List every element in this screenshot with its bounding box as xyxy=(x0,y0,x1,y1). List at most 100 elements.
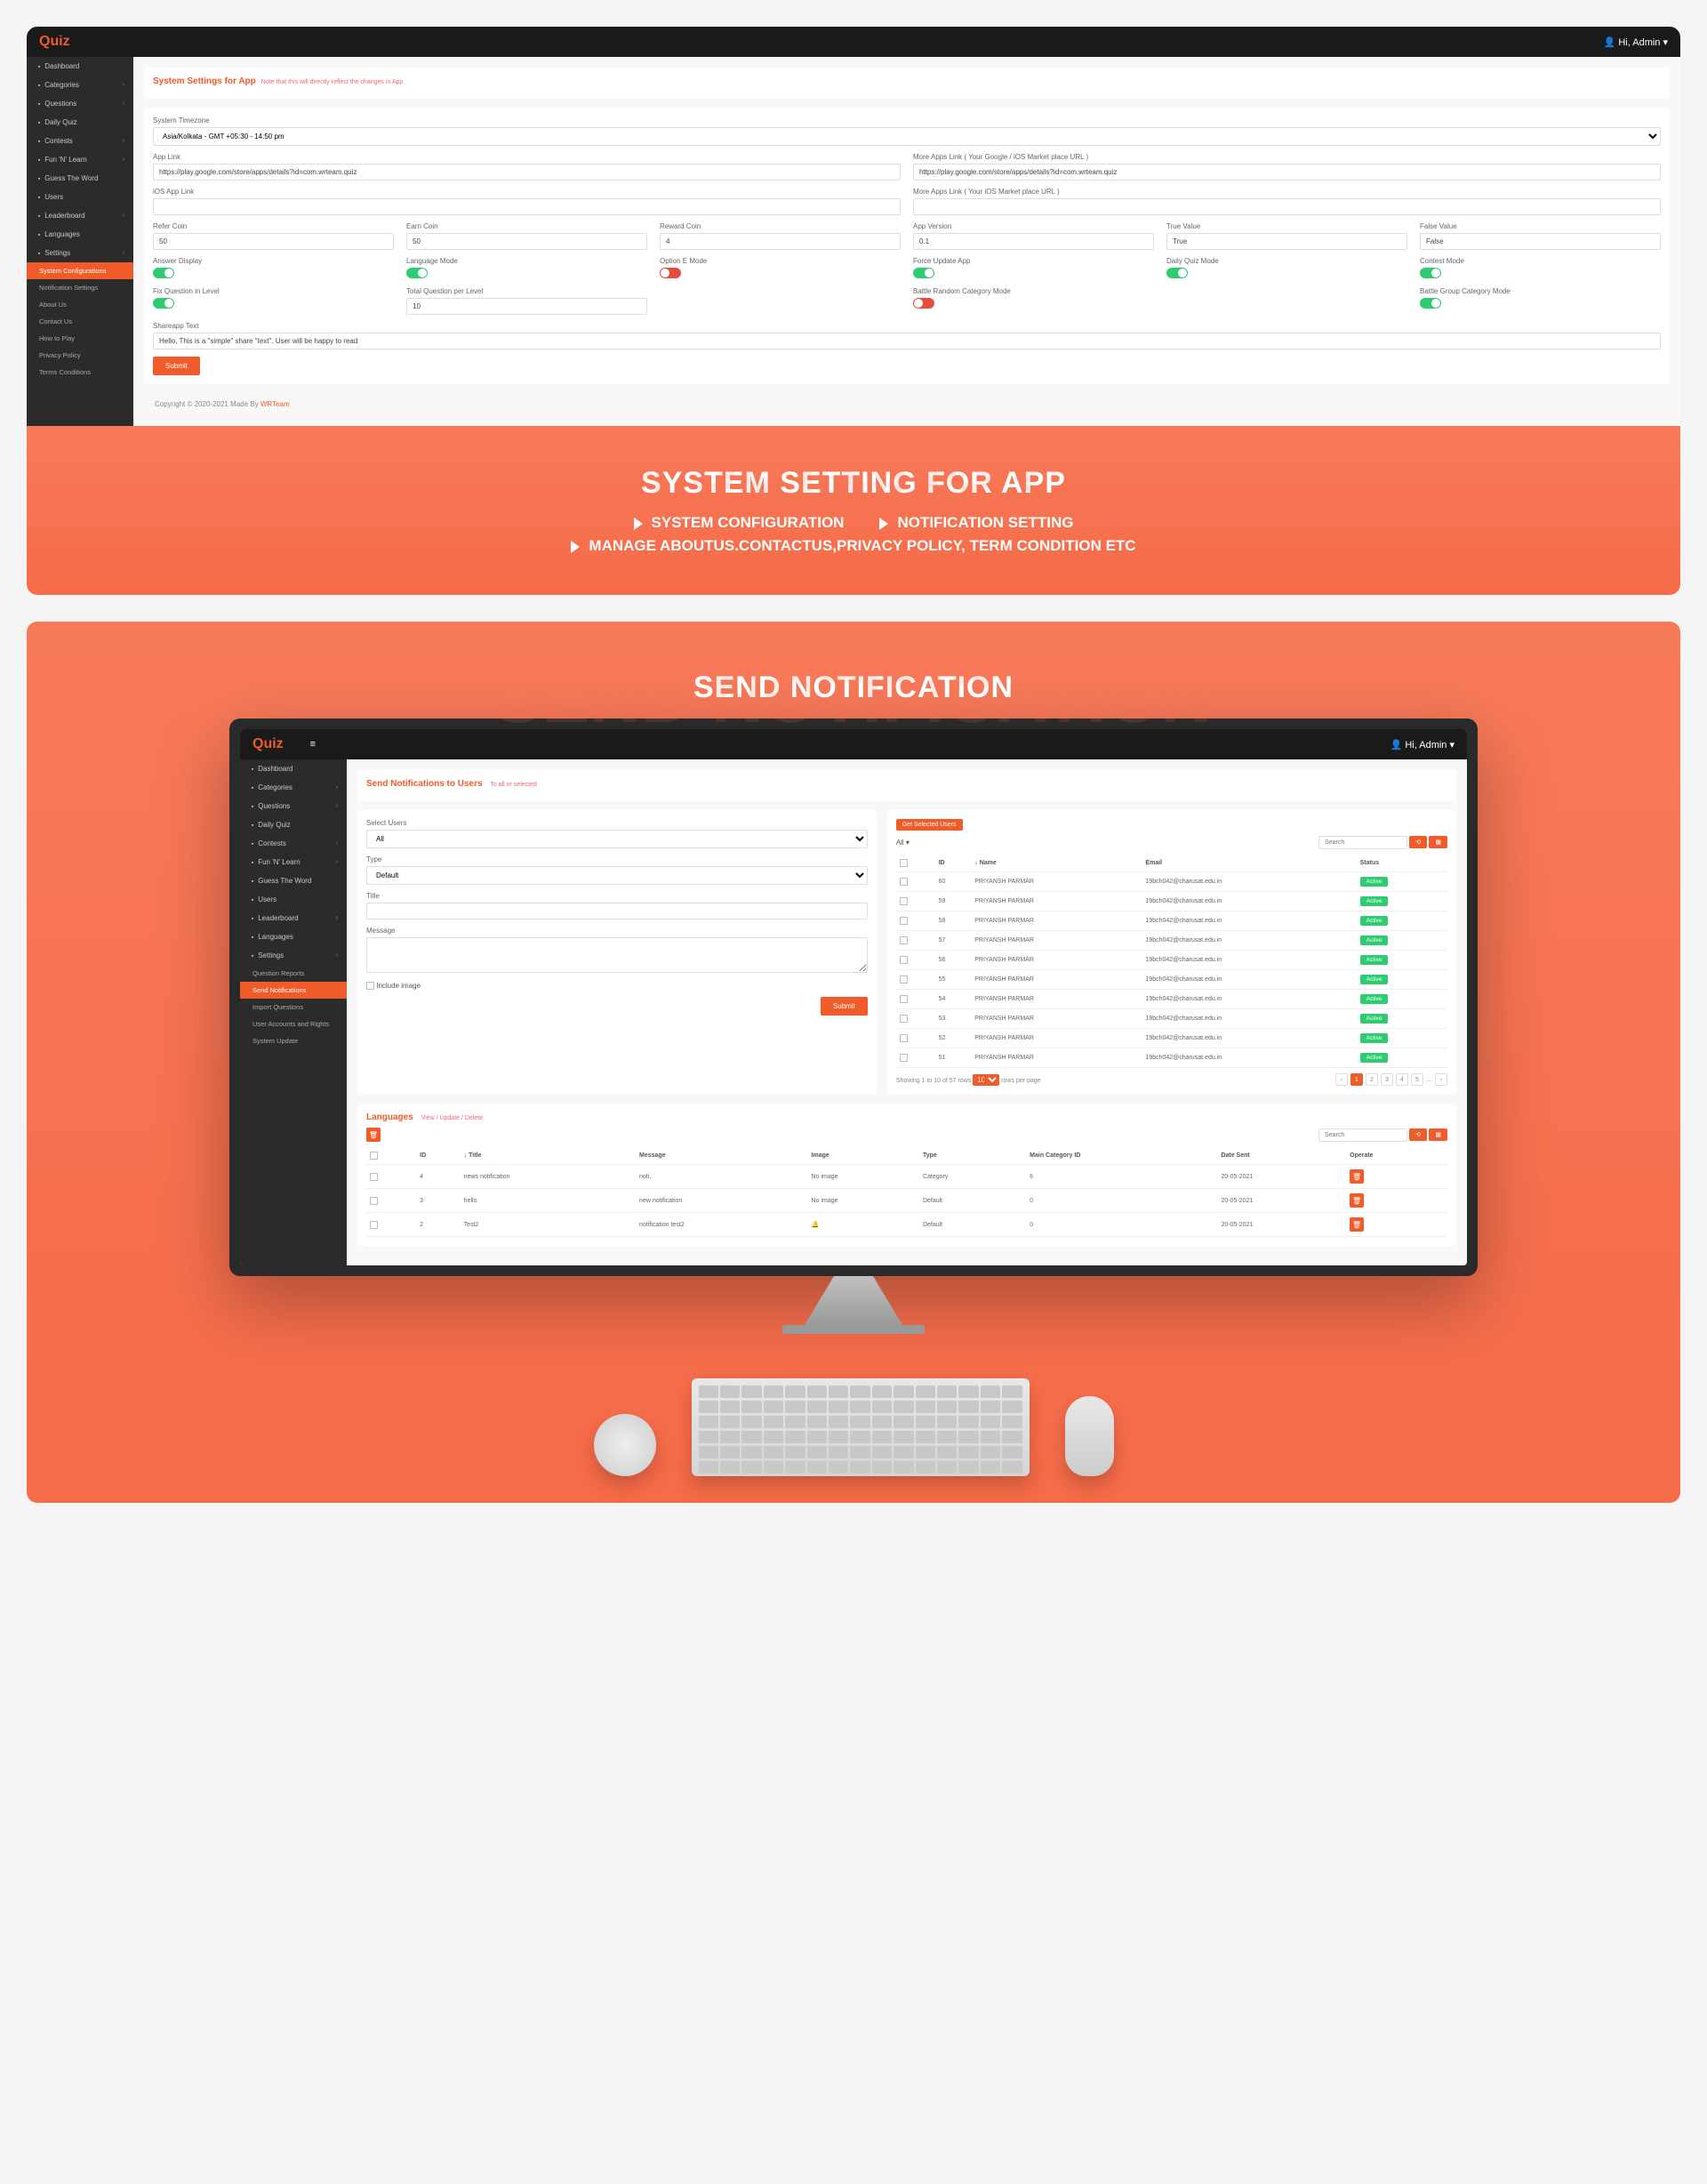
page-3[interactable]: 3 xyxy=(1381,1073,1393,1086)
refresh-icon[interactable]: ⟲ xyxy=(1409,836,1427,848)
app-link-input[interactable] xyxy=(153,164,901,181)
msg-input[interactable] xyxy=(366,937,868,973)
sidebar-item[interactable]: ▪ Dashboard xyxy=(240,759,347,778)
type-select[interactable]: Default xyxy=(366,866,868,885)
fixq-toggle[interactable] xyxy=(153,298,174,309)
reward-input[interactable] xyxy=(660,233,901,250)
sidebar-item[interactable]: ▪ Settings› xyxy=(240,946,347,965)
sidebar-item[interactable]: ▪ Languages xyxy=(240,927,347,946)
filter-all[interactable]: All xyxy=(896,839,904,847)
sidebar-sub-item[interactable]: Notification Settings xyxy=(27,279,133,296)
sidebar-item[interactable]: ▪ Categories› xyxy=(27,76,133,94)
select-all-checkbox[interactable] xyxy=(900,859,908,867)
sidebar-item[interactable]: ▪ Settings› xyxy=(27,244,133,262)
sidebar-sub-item[interactable]: About Us xyxy=(27,296,133,313)
sidebar-item[interactable]: ▪ Users xyxy=(27,188,133,206)
sidebar-item[interactable]: ▪ Guess The Word xyxy=(27,169,133,188)
sidebar-item[interactable]: ▪ Daily Quiz xyxy=(27,113,133,132)
sidebar-item[interactable]: ▪ Users xyxy=(240,890,347,909)
lang-search[interactable] xyxy=(1318,1128,1407,1142)
select-users[interactable]: All xyxy=(366,830,868,848)
refresh-icon-2[interactable]: ⟲ xyxy=(1409,1128,1427,1141)
delete-button[interactable]: 🗑 xyxy=(1350,1193,1364,1208)
timezone-select[interactable]: Asia/Kolkata - GMT +05:30 - 14:50 pm xyxy=(153,127,1661,146)
select-all-lang[interactable] xyxy=(370,1152,378,1160)
true-input[interactable] xyxy=(1166,233,1407,250)
battle-rand-toggle[interactable] xyxy=(913,298,934,309)
row-checkbox[interactable] xyxy=(900,1015,908,1023)
columns-icon[interactable]: ▦ xyxy=(1429,836,1447,848)
page-4[interactable]: 4 xyxy=(1396,1073,1408,1086)
more-apps-input[interactable] xyxy=(913,164,1661,181)
row-checkbox[interactable] xyxy=(900,956,908,964)
hamburger-icon[interactable]: ≡ xyxy=(310,739,1390,750)
row-checkbox[interactable] xyxy=(900,976,908,984)
sidebar-sub-item[interactable]: System Configurations xyxy=(27,262,133,279)
sidebar-item[interactable]: ▪ Leaderboard› xyxy=(240,909,347,927)
page-2[interactable]: 2 xyxy=(1366,1073,1378,1086)
user-search[interactable] xyxy=(1318,836,1407,849)
false-input[interactable] xyxy=(1420,233,1661,250)
sidebar-sub-item[interactable]: Send Notifications xyxy=(240,982,347,999)
sidebar-item[interactable]: ▪ Questions› xyxy=(240,797,347,815)
sidebar-sub-item[interactable]: System Update xyxy=(240,1032,347,1049)
sidebar-item[interactable]: ▪ Guess The Word xyxy=(240,871,347,890)
answer-display-toggle[interactable] xyxy=(153,268,174,278)
sidebar-sub-item[interactable]: User Accounts and Rights xyxy=(240,1016,347,1032)
get-selected-button[interactable]: Get Selected Users xyxy=(896,819,963,831)
sidebar-item[interactable]: ▪ Contests› xyxy=(27,132,133,150)
page-next[interactable]: › xyxy=(1435,1073,1447,1086)
sidebar-item[interactable]: ▪ Leaderboard› xyxy=(27,206,133,225)
sidebar-item[interactable]: ▪ Categories› xyxy=(240,778,347,797)
share-input[interactable] xyxy=(153,333,1661,349)
row-checkbox[interactable] xyxy=(370,1221,378,1229)
row-checkbox[interactable] xyxy=(900,995,908,1003)
page-prev[interactable]: ‹ xyxy=(1335,1073,1348,1086)
row-checkbox[interactable] xyxy=(900,936,908,944)
user-menu[interactable]: 👤 Hi, Admin ▾ xyxy=(1604,36,1668,48)
contest-toggle[interactable] xyxy=(1420,268,1441,278)
sidebar-item[interactable]: ▪ Fun 'N' Learn› xyxy=(240,853,347,871)
sidebar-sub-item[interactable]: Privacy Policy xyxy=(27,347,133,364)
page-1[interactable]: 1 xyxy=(1350,1073,1363,1086)
lang-mode-toggle[interactable] xyxy=(406,268,428,278)
include-image[interactable]: Include image xyxy=(366,982,421,990)
sidebar-item[interactable]: ▪ Languages xyxy=(27,225,133,244)
bulk-delete[interactable]: 🗑 xyxy=(366,1128,381,1142)
columns-icon-2[interactable]: ▦ xyxy=(1429,1128,1447,1141)
sidebar-item[interactable]: ▪ Contests› xyxy=(240,834,347,853)
row-checkbox[interactable] xyxy=(900,1054,908,1062)
refer-input[interactable] xyxy=(153,233,394,250)
page-5[interactable]: 5 xyxy=(1411,1073,1423,1086)
sidebar-sub-item[interactable]: Terms Conditions xyxy=(27,364,133,381)
row-checkbox[interactable] xyxy=(900,1034,908,1042)
row-checkbox[interactable] xyxy=(900,878,908,886)
notify-submit[interactable]: Submit xyxy=(821,997,868,1016)
submit-button[interactable]: Submit xyxy=(153,357,200,375)
delete-button[interactable]: 🗑 xyxy=(1350,1217,1364,1232)
earn-input[interactable] xyxy=(406,233,647,250)
dailyq-toggle[interactable] xyxy=(1166,268,1188,278)
sidebar-sub-item[interactable]: Contact Us xyxy=(27,313,133,330)
battle-group-toggle[interactable] xyxy=(1420,298,1441,309)
delete-button[interactable]: 🗑 xyxy=(1350,1169,1364,1184)
more-ios-input[interactable] xyxy=(913,198,1661,215)
sidebar-sub-item[interactable]: Import Questions xyxy=(240,999,347,1016)
row-checkbox[interactable] xyxy=(900,897,908,905)
sidebar-sub-item[interactable]: Question Reports xyxy=(240,965,347,982)
user-menu-2[interactable]: 👤 Hi, Admin ▾ xyxy=(1390,739,1455,751)
ios-link-input[interactable] xyxy=(153,198,901,215)
sidebar-item[interactable]: ▪ Dashboard xyxy=(27,57,133,76)
title-input[interactable] xyxy=(366,903,868,919)
version-input[interactable] xyxy=(913,233,1154,250)
row-checkbox[interactable] xyxy=(370,1197,378,1205)
row-checkbox[interactable] xyxy=(900,917,908,925)
sidebar-item[interactable]: ▪ Daily Quiz xyxy=(240,815,347,834)
sidebar-item[interactable]: ▪ Fun 'N' Learn› xyxy=(27,150,133,169)
force-toggle[interactable] xyxy=(913,268,934,278)
opt-e-toggle[interactable] xyxy=(660,268,681,278)
row-checkbox[interactable] xyxy=(370,1173,378,1181)
sidebar-sub-item[interactable]: How to Play xyxy=(27,330,133,347)
totalq-input[interactable] xyxy=(406,298,647,315)
per-page-select[interactable]: 10 xyxy=(973,1074,999,1086)
